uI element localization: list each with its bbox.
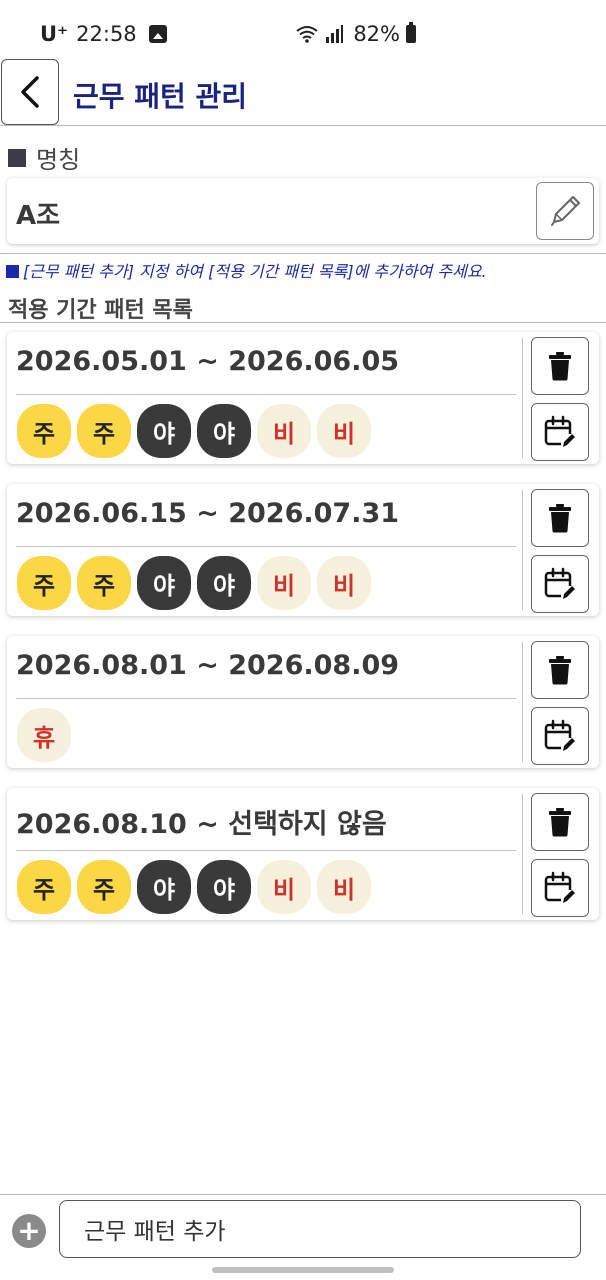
name-value: A조 (16, 201, 61, 231)
app-header: 근무 패턴 관리 (0, 58, 606, 126)
shift-chip-day: 주 (17, 860, 71, 914)
shift-chip-night: 야 (137, 860, 191, 914)
shift-chip-row: 주주야야비비 (17, 860, 371, 914)
edit-pattern-schedule-button[interactable] (531, 403, 589, 461)
shift-chip-day: 주 (17, 404, 71, 458)
shift-chip-off: 비 (317, 860, 371, 914)
gallery-icon (148, 25, 167, 43)
name-section-label: 명칭 (8, 140, 80, 175)
card-divider (16, 850, 516, 851)
divider (0, 253, 606, 254)
back-button[interactable] (1, 59, 59, 125)
delete-pattern-button[interactable] (531, 337, 589, 395)
pattern-range: 2026.06.15 ~ 2026.07.31 (16, 498, 400, 529)
shift-chip-off: 비 (257, 404, 311, 458)
bottom-bar: + 근무 패턴 추가 (0, 1194, 606, 1280)
pattern-range: 2026.08.10 ~ 선택하지 않음 (16, 809, 387, 840)
edit-name-button[interactable] (536, 182, 594, 240)
hint-square-icon (6, 265, 19, 278)
card-divider (16, 394, 516, 395)
signal-icon (326, 25, 344, 43)
edit-pattern-schedule-button[interactable] (531, 555, 589, 613)
shift-chip-night: 야 (197, 860, 251, 914)
battery-percent: 82% (353, 22, 400, 46)
status-left: U⁺ 22:58 (40, 22, 167, 46)
shift-chip-night: 야 (137, 556, 191, 610)
home-indicator (212, 1267, 394, 1273)
edit-pattern-schedule-button[interactable] (531, 859, 589, 917)
divider (0, 322, 606, 323)
pattern-range: 2026.08.01 ~ 2026.08.09 (16, 650, 400, 681)
square-bullet-icon (8, 148, 26, 167)
trash-icon (549, 504, 571, 533)
shift-chip-day: 주 (77, 404, 131, 458)
status-time: 22:58 (76, 22, 137, 46)
pattern-range: 2026.05.01 ~ 2026.06.05 (16, 346, 400, 377)
card-vertical-divider (522, 490, 523, 610)
battery-icon (406, 22, 416, 43)
pencil-icon (551, 196, 580, 226)
carrier-label: U⁺ (40, 22, 69, 46)
trash-icon (549, 656, 571, 685)
shift-chip-rest: 휴 (17, 708, 71, 762)
name-label-text: 명칭 (36, 146, 81, 174)
card-divider (16, 546, 516, 547)
delete-pattern-button[interactable] (531, 793, 589, 851)
card-vertical-divider (522, 642, 523, 762)
status-right: 82% (295, 22, 416, 46)
trash-icon (549, 808, 571, 837)
shift-chip-row: 주주야야비비 (17, 556, 371, 610)
shift-chip-off: 비 (257, 860, 311, 914)
add-pattern-button[interactable]: 근무 패턴 추가 (59, 1200, 581, 1258)
shift-chip-day: 주 (77, 860, 131, 914)
hint-text-label: [근무 패턴 추가] 지정 하여 [적용 기간 패턴 목록]에 추가하여 주세요… (23, 262, 487, 281)
pattern-card: 2026.05.01 ~ 2026.06.05 주 주 야 야 비 비 (7, 332, 599, 464)
edit-pattern-schedule-button[interactable] (531, 707, 589, 765)
chevron-left-icon (21, 76, 39, 108)
page-title: 근무 패턴 관리 (73, 80, 248, 113)
plus-circle-icon[interactable]: + (12, 1214, 46, 1248)
hint-text: [근무 패턴 추가] 지정 하여 [적용 기간 패턴 목록]에 추가하여 주세요… (6, 258, 487, 282)
status-bar: U⁺ 22:58 82% (0, 0, 606, 62)
delete-pattern-button[interactable] (531, 641, 589, 699)
shift-chip-row: 주주야야비비 (17, 404, 371, 458)
shift-chip-off: 비 (317, 404, 371, 458)
name-card: A조 (7, 178, 599, 244)
card-divider (16, 698, 516, 699)
delete-pattern-button[interactable] (531, 489, 589, 547)
shift-chip-night: 야 (137, 404, 191, 458)
calendar-edit-icon (544, 871, 577, 905)
calendar-edit-icon (544, 567, 577, 601)
card-vertical-divider (522, 794, 523, 914)
shift-chip-day: 주 (77, 556, 131, 610)
calendar-edit-icon (544, 719, 577, 753)
pattern-list-title: 적용 기간 패턴 목록 (8, 298, 193, 323)
shift-chip-night: 야 (197, 556, 251, 610)
pattern-card: 2026.08.10 ~ 선택하지 않음 주 주 야 야 비 비 (7, 788, 599, 920)
shift-chip-off: 비 (317, 556, 371, 610)
wifi-icon (296, 26, 318, 43)
shift-chip-off: 비 (257, 556, 311, 610)
card-vertical-divider (522, 338, 523, 458)
calendar-edit-icon (544, 415, 577, 449)
pattern-card: 2026.06.15 ~ 2026.07.31 주 주 야 야 비 비 (7, 484, 599, 616)
trash-icon (549, 352, 571, 381)
shift-chip-night: 야 (197, 404, 251, 458)
shift-chip-day: 주 (17, 556, 71, 610)
pattern-card: 2026.08.01 ~ 2026.08.09 휴 (7, 636, 599, 768)
shift-chip-row: 휴 (17, 708, 71, 762)
